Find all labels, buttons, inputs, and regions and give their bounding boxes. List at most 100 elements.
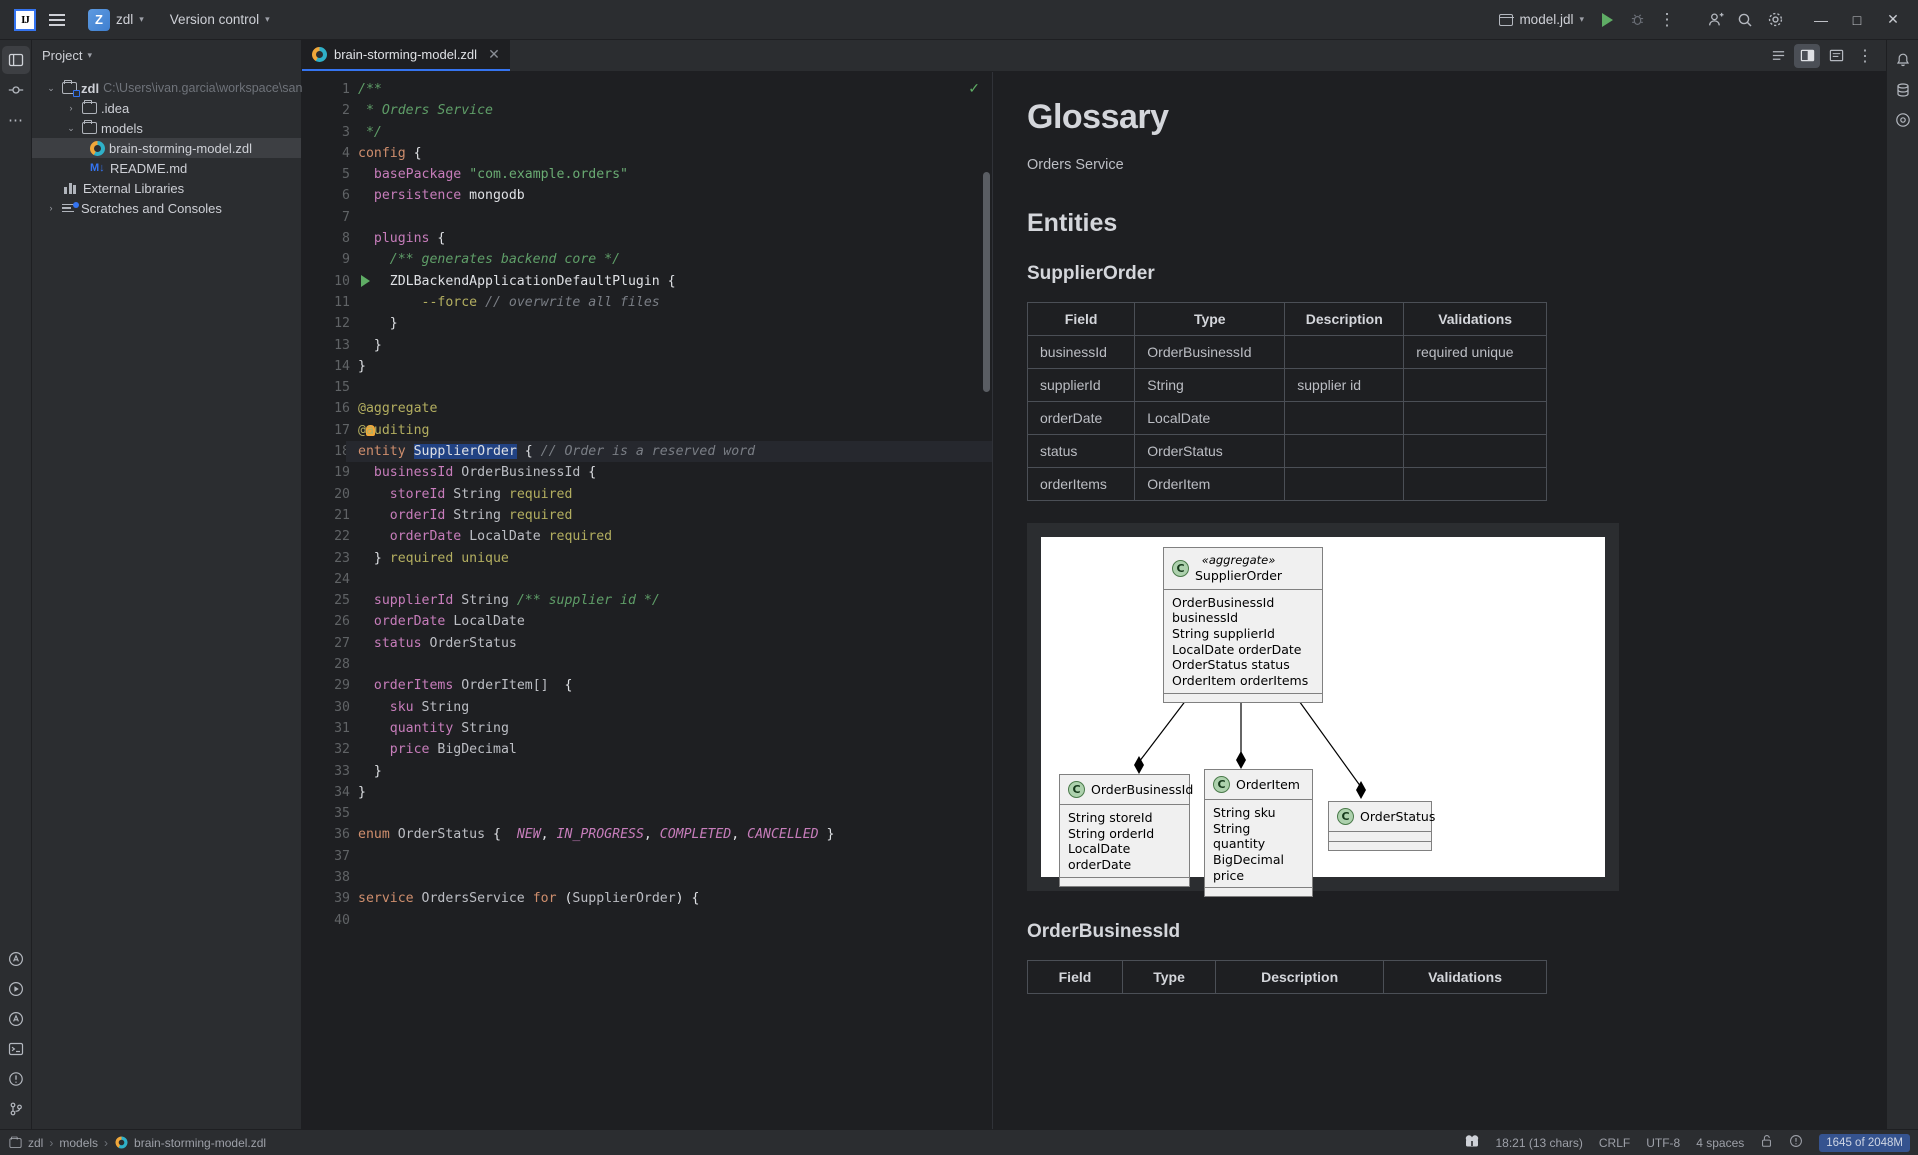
code-line[interactable]: supplierId String /** supplier id */	[358, 590, 992, 611]
chevron-right-icon[interactable]: ›	[44, 203, 58, 213]
run-configuration-selector[interactable]: model.jdl ▾	[1491, 9, 1592, 30]
code-line[interactable]	[358, 569, 992, 590]
rail-vcs-icon[interactable]	[2, 1095, 30, 1123]
code-line[interactable]: plugins {	[358, 228, 992, 249]
code-line[interactable]: price BigDecimal	[358, 739, 992, 760]
preview-only-view-button[interactable]	[1823, 44, 1849, 68]
close-button[interactable]: ✕	[1876, 4, 1910, 36]
code-line[interactable]: enum OrderStatus { NEW, IN_PROGRESS, COM…	[358, 824, 992, 845]
tree-item-external-libraries[interactable]: External Libraries	[32, 178, 301, 198]
code-line[interactable]: quantity String	[358, 718, 992, 739]
minimize-button[interactable]: —	[1804, 4, 1838, 36]
tree-item-brain-storming-model[interactable]: brain-storming-model.zdl	[32, 138, 301, 158]
code-line[interactable]	[358, 377, 992, 398]
code-line[interactable]: orderDate LocalDate required	[358, 526, 992, 547]
code-line[interactable]	[358, 846, 992, 867]
code-line[interactable]: /** generates backend core */	[358, 249, 992, 270]
code-line[interactable]: }	[358, 313, 992, 334]
maximize-button[interactable]: □	[1840, 4, 1874, 36]
markdown-preview-pane[interactable]: Glossary Orders Service Entities Supplie…	[992, 72, 1886, 1129]
rail-commit-icon[interactable]	[2, 76, 30, 104]
editor-only-view-button[interactable]	[1765, 44, 1791, 68]
debug-button[interactable]	[1622, 5, 1652, 35]
code-line[interactable]: orderDate LocalDate	[358, 611, 992, 632]
code-line[interactable]: --force // overwrite all files	[358, 292, 992, 313]
editor-tab-strip: brain-storming-model.zdl ✕ ⋮	[302, 40, 1886, 72]
notifications-icon[interactable]	[1889, 46, 1917, 74]
rail-more-icon[interactable]: ⋯	[2, 106, 30, 134]
code-line[interactable]: persistence mongodb	[358, 185, 992, 206]
main-menu-icon[interactable]	[44, 7, 70, 33]
tree-item-zdl[interactable]: ⌄ zdl C:\Users\ivan.garcia\workspace\san…	[32, 78, 349, 98]
code-line[interactable]: }	[358, 761, 992, 782]
indent-label[interactable]: 4 spaces	[1696, 1136, 1744, 1150]
chevron-down-icon[interactable]: ⌄	[44, 83, 58, 94]
more-actions-button[interactable]: ⋮	[1652, 5, 1682, 35]
database-icon[interactable]	[1889, 76, 1917, 104]
code-line[interactable]: orderId String required	[358, 505, 992, 526]
code-line[interactable]: } required unique	[358, 548, 992, 569]
search-icon[interactable]	[1730, 5, 1760, 35]
project-panel-header[interactable]: Project ▾	[32, 40, 301, 70]
code-line[interactable]: sku String	[358, 697, 992, 718]
encoding-label[interactable]: UTF-8	[1646, 1136, 1680, 1150]
code-line[interactable]: ZDLBackendApplicationDefaultPlugin {	[358, 271, 992, 292]
code-line[interactable]: */	[358, 122, 992, 143]
code-line[interactable]: }	[358, 335, 992, 356]
code-line[interactable]: storeId String required	[358, 484, 992, 505]
code-line[interactable]: orderItems OrderItem[] {	[358, 675, 992, 696]
project-selector[interactable]: Z zdl ▾	[80, 6, 152, 34]
preview-entity2-name: OrderBusinessId	[1027, 921, 1181, 942]
code-line[interactable]: config {	[358, 143, 992, 164]
run-button[interactable]	[1592, 5, 1622, 35]
tree-item-readme[interactable]: M↓ README.md	[32, 158, 301, 178]
code-line[interactable]: basePackage "com.example.orders"	[358, 164, 992, 185]
close-icon[interactable]: ✕	[488, 46, 500, 63]
code-line[interactable]: }	[358, 782, 992, 803]
code-text[interactable]: /** * Orders Service */config { basePack…	[346, 79, 992, 931]
caret-position-label[interactable]: 18:21 (13 chars)	[1496, 1136, 1583, 1150]
gear-icon[interactable]	[1760, 5, 1790, 35]
code-line[interactable]: * Orders Service	[358, 100, 992, 121]
chevron-down-icon[interactable]: ⌄	[64, 123, 78, 134]
inspection-icon[interactable]	[1789, 1134, 1803, 1151]
breadcrumb-models[interactable]: models	[59, 1136, 98, 1150]
rail-assistant-icon[interactable]	[2, 1005, 30, 1033]
code-line[interactable]	[358, 207, 992, 228]
code-line[interactable]	[358, 910, 992, 931]
code-line[interactable]	[358, 654, 992, 675]
tree-item-idea[interactable]: › .idea	[32, 98, 301, 118]
code-line[interactable]: service OrdersService for (SupplierOrder…	[358, 888, 992, 909]
rail-ai-icon[interactable]	[2, 945, 30, 973]
code-line[interactable]: businessId OrderBusinessId {	[358, 462, 992, 483]
code-line[interactable]: status OrderStatus	[358, 633, 992, 654]
editor-tab-brain-storming-model[interactable]: brain-storming-model.zdl ✕	[302, 40, 510, 71]
code-line[interactable]: @auditing	[358, 420, 992, 441]
chevron-right-icon[interactable]: ›	[64, 103, 78, 113]
code-line[interactable]: entity SupplierOrder { // Order is a res…	[346, 441, 992, 463]
split-view-button[interactable]	[1794, 43, 1820, 68]
unlocked-icon[interactable]	[1760, 1134, 1773, 1151]
account-icon[interactable]	[1700, 5, 1730, 35]
tree-label: zdl	[81, 80, 100, 96]
code-line[interactable]: }	[358, 356, 992, 377]
memory-indicator-icon[interactable]	[1464, 1134, 1480, 1151]
breadcrumb-file[interactable]: brain-storming-model.zdl	[114, 1135, 266, 1150]
version-control-button[interactable]: Version control ▾	[162, 9, 278, 30]
breadcrumb-zdl[interactable]: zdl	[8, 1136, 43, 1150]
code-line[interactable]: /**	[358, 79, 992, 100]
rail-run-icon[interactable]	[2, 975, 30, 1003]
rail-terminal-icon[interactable]	[2, 1035, 30, 1063]
code-line[interactable]	[358, 803, 992, 824]
tree-item-scratches[interactable]: › Scratches and Consoles	[32, 198, 301, 218]
line-separator-label[interactable]: CRLF	[1599, 1136, 1630, 1150]
plugins-icon[interactable]	[1889, 106, 1917, 134]
code-line[interactable]	[358, 867, 992, 888]
editor-more-options-button[interactable]: ⋮	[1852, 44, 1878, 68]
rail-project-icon[interactable]	[1, 46, 30, 74]
tree-item-models[interactable]: ⌄ models	[32, 118, 301, 138]
memory-usage-label[interactable]: 1645 of 2048M	[1819, 1133, 1910, 1152]
code-line[interactable]: @aggregate	[358, 398, 992, 419]
rail-problems-icon[interactable]	[2, 1065, 30, 1093]
code-editor[interactable]: ✓ 1 2 3 4 5 6 7 8 9 10 11 12 13 14 15 16 17 18 19 20 21 22 23 2…	[302, 72, 992, 1129]
